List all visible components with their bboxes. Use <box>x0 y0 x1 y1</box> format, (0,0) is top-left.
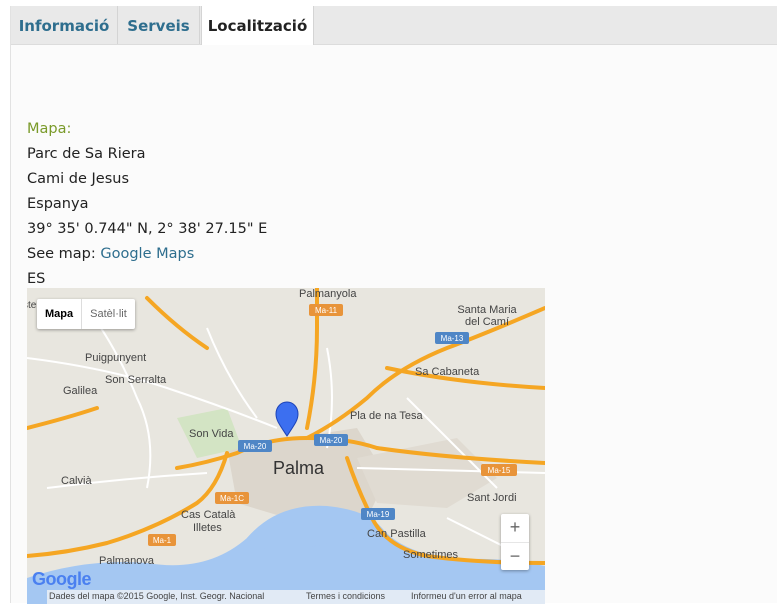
report-error-link[interactable]: Informeu d'un error al mapa <box>411 591 522 601</box>
map-type-control: Mapa Satèl·lit <box>37 299 135 329</box>
coordinates: 39° 35' 0.744" N, 2° 38' 27.15" E <box>27 221 268 237</box>
map-canvas[interactable]: Ma-11 Ma-13 Ma-20 Ma-20 Ma-15 Ma-1C Ma-1… <box>27 288 545 604</box>
road-ma1c: Ma-1C <box>220 494 244 503</box>
tab-localitzacio[interactable]: Localització <box>201 6 314 45</box>
place-palma: Palma <box>273 458 325 478</box>
road-ma11: Ma-11 <box>315 306 338 315</box>
place-sa-cabaneta: Sa Cabaneta <box>415 366 480 378</box>
location-panel: Mapa: Parc de Sa Riera Cami de Jesus Esp… <box>11 45 777 604</box>
map-type-map-button[interactable]: Mapa <box>37 299 81 329</box>
tab-informacio[interactable]: Informació <box>11 6 118 44</box>
place-cas-catala: Cas Català <box>181 509 236 521</box>
place-son-vida: Son Vida <box>189 428 234 440</box>
road-ma19: Ma-19 <box>367 510 390 519</box>
place-del-cami: del Camí <box>465 316 509 328</box>
map-data-attribution: Dades del mapa ©2015 Google, Inst. Geogr… <box>49 591 265 601</box>
embedded-map[interactable]: Ma-11 Ma-13 Ma-20 Ma-20 Ma-15 Ma-1C Ma-1… <box>27 288 545 604</box>
place-illetes: Illetes <box>193 522 222 534</box>
zoom-out-button[interactable]: − <box>501 543 529 571</box>
place-palmanyola: Palmanyola <box>299 288 357 300</box>
place-can-pastilla: Can Pastilla <box>367 528 427 540</box>
place-son-serralta: Son Serralta <box>105 374 167 386</box>
google-logo[interactable]: Google <box>32 569 92 590</box>
tabbed-panel: Informació Serveis Localització Mapa: Pa… <box>10 6 777 604</box>
tab-serveis[interactable]: Serveis <box>118 6 200 44</box>
place-pla-de-na-tesa: Pla de na Tesa <box>350 410 423 422</box>
see-map-row: See map: Google Maps <box>27 242 267 267</box>
map-attribution-bar: Dades del mapa ©2015 Google, Inst. Geogr… <box>27 588 545 604</box>
google-maps-link[interactable]: Google Maps <box>100 246 194 262</box>
tab-bar: Informació Serveis Localització <box>11 6 777 45</box>
zoom-in-button[interactable]: + <box>501 514 529 543</box>
place-sometimes: Sometimes <box>403 549 459 561</box>
road-ma15: Ma-15 <box>488 466 511 475</box>
place-name: Parc de Sa Riera <box>27 146 146 162</box>
place-galilea: Galilea <box>63 385 98 397</box>
road-ma20-west: Ma-20 <box>244 442 267 451</box>
terms-link[interactable]: Termes i condicions <box>306 591 385 601</box>
place-edge: ste <box>27 300 37 311</box>
place-palmanova: Palmanova <box>99 555 155 567</box>
road-ma20-east: Ma-20 <box>320 436 343 445</box>
map-type-satellite-button[interactable]: Satèl·lit <box>81 299 135 329</box>
place-puigpunyent: Puigpunyent <box>85 352 146 364</box>
place-calvia: Calvià <box>61 475 92 487</box>
road-ma13: Ma-13 <box>441 334 464 343</box>
place-sant-jordi: Sant Jordi <box>467 492 517 504</box>
street: Cami de Jesus <box>27 171 130 187</box>
place-santa-maria: Santa Maria <box>457 304 517 316</box>
road-ma1: Ma-1 <box>153 536 172 545</box>
country: Espanya <box>27 196 89 212</box>
zoom-control: + − <box>501 514 529 570</box>
map-heading: Mapa: <box>27 121 72 137</box>
location-details: Mapa: Parc de Sa Riera Cami de Jesus Esp… <box>27 117 267 292</box>
see-map-prefix: See map: <box>27 246 101 262</box>
